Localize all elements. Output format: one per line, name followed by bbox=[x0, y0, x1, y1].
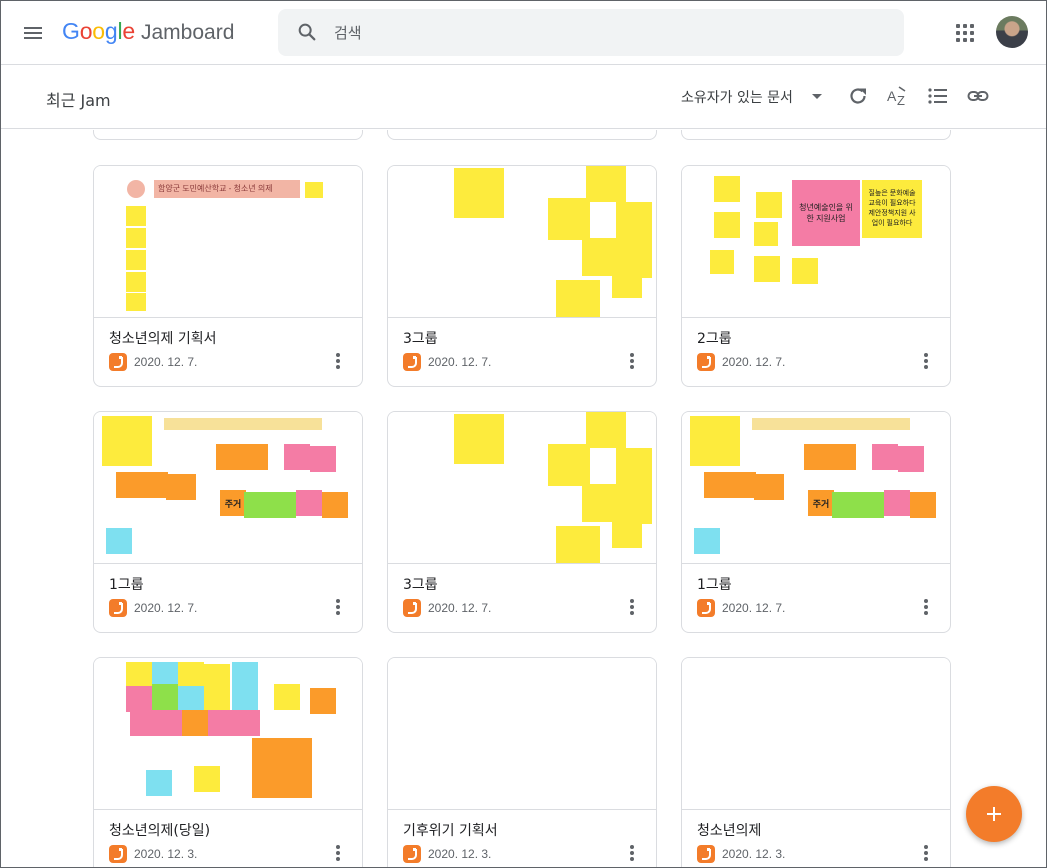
sort-az-icon[interactable]: AZ bbox=[886, 84, 910, 108]
jam-name: 기후위기 기획서 bbox=[403, 823, 498, 839]
jam-date: 2020. 12. 3. bbox=[428, 847, 492, 861]
jam-name: 3그룹 bbox=[403, 331, 438, 347]
jam-thumbnail: 함양군 도민예산학교 - 청소년 의제 bbox=[94, 166, 362, 318]
jamboard-file-icon bbox=[403, 599, 421, 617]
account-avatar[interactable] bbox=[996, 16, 1028, 48]
jam-thumbnail bbox=[388, 166, 656, 318]
more-options-icon[interactable] bbox=[626, 842, 638, 864]
jam-name: 1그룹 bbox=[109, 577, 144, 593]
jam-card[interactable]: 청소년의제 2020. 12. 3. bbox=[681, 657, 951, 867]
main-menu-icon[interactable] bbox=[21, 21, 45, 45]
jam-thumbnail bbox=[388, 412, 656, 564]
search-box[interactable] bbox=[278, 9, 904, 56]
more-options-icon[interactable] bbox=[332, 842, 344, 864]
jam-name: 1그룹 bbox=[697, 577, 732, 593]
jam-name: 2그룹 bbox=[697, 331, 732, 347]
jam-card-partial[interactable] bbox=[93, 130, 363, 140]
sticky-note: 청년예술인을 위한 지원사업 bbox=[792, 180, 860, 246]
jamboard-file-icon bbox=[109, 353, 127, 371]
jam-card[interactable]: 청소년의제(당일) 2020. 12. 3. bbox=[93, 657, 363, 867]
app-window: Google Jamboard 최근 Jam 소유자가 있는 문서 AZ bbox=[0, 0, 1047, 868]
more-options-icon[interactable] bbox=[920, 350, 932, 372]
jam-date: 2020. 12. 7. bbox=[428, 355, 492, 369]
more-options-icon[interactable] bbox=[332, 350, 344, 372]
jam-grid: 함양군 도민예산학교 - 청소년 의제 청소년의제 기획서 2020. 12. … bbox=[1, 130, 1046, 867]
refresh-icon[interactable] bbox=[846, 84, 870, 108]
jam-card[interactable]: 주거 1그룹 2020. 12. 7. bbox=[93, 411, 363, 633]
google-jamboard-logo[interactable]: Google Jamboard bbox=[62, 18, 234, 48]
top-bar: Google Jamboard bbox=[1, 1, 1046, 65]
jamboard-file-icon bbox=[403, 353, 421, 371]
svg-text:A: A bbox=[887, 88, 897, 104]
sticky-note: 주거 bbox=[808, 490, 834, 516]
jam-card[interactable]: 함양군 도민예산학교 - 청소년 의제 청소년의제 기획서 2020. 12. … bbox=[93, 165, 363, 387]
jamboard-file-icon bbox=[697, 845, 715, 863]
svg-text:Z: Z bbox=[897, 93, 905, 108]
jam-name: 청소년의제 기획서 bbox=[109, 331, 217, 347]
jam-card[interactable]: 주거 1그룹 2020. 12. 7. bbox=[681, 411, 951, 633]
link-icon[interactable] bbox=[966, 84, 990, 108]
google-apps-icon[interactable] bbox=[953, 21, 977, 45]
jam-date: 2020. 12. 3. bbox=[722, 847, 786, 861]
more-options-icon[interactable] bbox=[626, 596, 638, 618]
jam-name: 청소년의제 bbox=[697, 823, 762, 839]
list-view-icon[interactable] bbox=[926, 84, 950, 108]
jam-thumbnail bbox=[94, 658, 362, 810]
more-options-icon[interactable] bbox=[920, 842, 932, 864]
search-icon[interactable] bbox=[296, 21, 318, 43]
more-options-icon[interactable] bbox=[920, 596, 932, 618]
jam-date: 2020. 12. 7. bbox=[134, 355, 198, 369]
google-logo-text: Google bbox=[62, 18, 135, 44]
jamboard-file-icon bbox=[697, 353, 715, 371]
sticky-note: 질높은 문화예술 교육이 필요하다 제안정책지원 사업이 필요하다 bbox=[862, 180, 922, 238]
thumb-title: 함양군 도민예산학교 - 청소년 의제 bbox=[154, 180, 300, 198]
new-jam-button[interactable] bbox=[966, 786, 1022, 842]
chevron-down-icon[interactable] bbox=[812, 94, 822, 99]
jamboard-file-icon bbox=[109, 845, 127, 863]
jam-date: 2020. 12. 7. bbox=[722, 355, 786, 369]
jam-card[interactable]: 3그룹 2020. 12. 7. bbox=[387, 411, 657, 633]
more-options-icon[interactable] bbox=[332, 596, 344, 618]
jam-card[interactable]: 기후위기 기획서 2020. 12. 3. bbox=[387, 657, 657, 867]
jam-card[interactable]: 3그룹 2020. 12. 7. bbox=[387, 165, 657, 387]
jam-date: 2020. 12. 7. bbox=[428, 601, 492, 615]
search-input[interactable] bbox=[334, 19, 874, 46]
product-name: Jamboard bbox=[141, 21, 235, 44]
jam-thumbnail: 주거 bbox=[94, 412, 362, 564]
jam-thumbnail bbox=[388, 658, 656, 810]
section-title: 최근 Jam bbox=[46, 91, 111, 110]
jam-name: 3그룹 bbox=[403, 577, 438, 593]
jam-thumbnail bbox=[682, 658, 950, 810]
jam-thumbnail: 주거 bbox=[682, 412, 950, 564]
jam-card-partial[interactable] bbox=[387, 130, 657, 140]
jam-card[interactable]: 청년예술인을 위한 지원사업 질높은 문화예술 교육이 필요하다 제안정책지원 … bbox=[681, 165, 951, 387]
jam-date: 2020. 12. 3. bbox=[134, 847, 198, 861]
jam-date: 2020. 12. 7. bbox=[722, 601, 786, 615]
jam-name: 청소년의제(당일) bbox=[109, 823, 211, 839]
more-options-icon[interactable] bbox=[626, 350, 638, 372]
jamboard-file-icon bbox=[109, 599, 127, 617]
owner-filter-dropdown[interactable]: 소유자가 있는 문서 bbox=[681, 87, 793, 107]
jamboard-file-icon bbox=[403, 845, 421, 863]
jamboard-file-icon bbox=[697, 599, 715, 617]
jam-thumbnail: 청년예술인을 위한 지원사업 질높은 문화예술 교육이 필요하다 제안정책지원 … bbox=[682, 166, 950, 318]
sticky-note: 주거 bbox=[220, 490, 246, 516]
jam-date: 2020. 12. 7. bbox=[134, 601, 198, 615]
jam-card-partial[interactable] bbox=[681, 130, 951, 140]
